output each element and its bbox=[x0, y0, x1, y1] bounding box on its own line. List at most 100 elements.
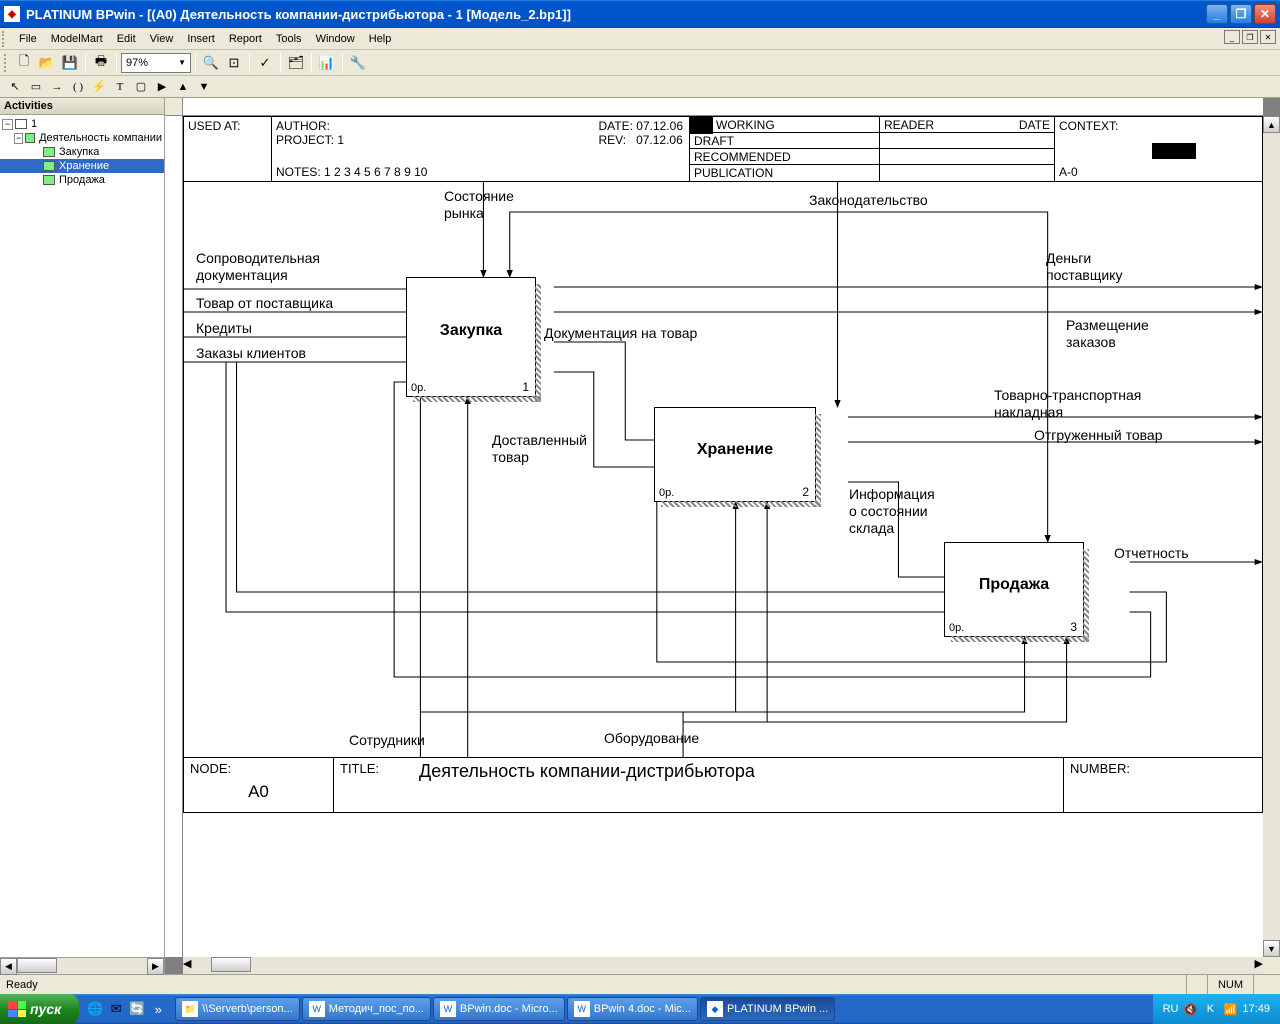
activity-explorer: Activities −1 −Деятельность компании Зак… bbox=[0, 98, 165, 974]
arrow-label: Отгруженный товар bbox=[1034, 427, 1162, 444]
task-button[interactable]: WМетодич_пос_по... bbox=[302, 997, 431, 1021]
activity-hranenie[interactable]: Хранение 0р. 2 bbox=[654, 407, 816, 502]
maximize-button[interactable]: ❐ bbox=[1230, 4, 1252, 24]
go-parent-button[interactable]: ▶ bbox=[152, 78, 172, 96]
tree-item-activity[interactable]: −Деятельность компании bbox=[0, 131, 164, 145]
task-button[interactable]: WBPwin.doc - Micro... bbox=[433, 997, 565, 1021]
tray-icon[interactable]: K bbox=[1202, 1001, 1218, 1017]
diagram-body[interactable]: Закупка 0р. 1 Хранение 0р. 2 Продажа 0р.… bbox=[183, 182, 1263, 757]
ql-chevron-icon[interactable]: » bbox=[148, 998, 168, 1020]
menu-insert[interactable]: Insert bbox=[180, 31, 222, 47]
activity-number: 3 bbox=[1070, 620, 1077, 634]
task-button-active[interactable]: ◆PLATINUM BPwin ... bbox=[700, 997, 835, 1021]
zoom-fit-button[interactable]: ⊡ bbox=[223, 52, 245, 74]
separator-icon bbox=[342, 53, 343, 73]
menu-view[interactable]: View bbox=[143, 31, 181, 47]
ql-icon[interactable]: ✉ bbox=[106, 998, 126, 1020]
taskbar: пуск 🌐 ✉ 🔄 » 📁\\Serverb\person... WМетод… bbox=[0, 994, 1280, 1024]
scroll-right-button[interactable]: ▶ bbox=[1255, 957, 1263, 974]
rev-label: REV: bbox=[598, 133, 626, 147]
task-button[interactable]: WBPwin 4.doc - Mic... bbox=[567, 997, 698, 1021]
menu-file[interactable]: File bbox=[12, 31, 44, 47]
save-button[interactable]: 💾 bbox=[59, 52, 81, 74]
menu-help[interactable]: Help bbox=[362, 31, 399, 47]
task-button[interactable]: 📁\\Serverb\person... bbox=[175, 997, 300, 1021]
tree-item-prodazha[interactable]: Продажа bbox=[0, 173, 164, 187]
menu-edit[interactable]: Edit bbox=[110, 31, 143, 47]
activity-cost: 0р. bbox=[949, 622, 964, 634]
ql-icon[interactable]: 🌐 bbox=[85, 998, 105, 1020]
shadow-icon bbox=[413, 396, 541, 402]
activity-tree[interactable]: −1 −Деятельность компании Закупка Хранен… bbox=[0, 115, 164, 957]
scroll-left-button[interactable]: ◀ bbox=[183, 957, 191, 974]
open-button[interactable]: 📂 bbox=[36, 52, 58, 74]
clock[interactable]: 17:49 bbox=[1242, 1003, 1270, 1015]
zoom-combo[interactable]: 97% ▼ bbox=[121, 53, 191, 73]
pointer-tool[interactable]: ↖ bbox=[5, 78, 25, 96]
language-indicator[interactable]: RU bbox=[1163, 1003, 1179, 1015]
activity-zakupka[interactable]: Закупка 0р. 1 bbox=[406, 277, 536, 397]
arrow-tool[interactable]: → bbox=[47, 78, 67, 96]
go-down-button[interactable]: ▼ bbox=[194, 78, 214, 96]
task-label: BPwin 4.doc - Mic... bbox=[594, 1003, 691, 1015]
close-button[interactable]: ✕ bbox=[1254, 4, 1276, 24]
zoom-value: 97% bbox=[126, 57, 148, 69]
tree-item-hranenie[interactable]: Хранение bbox=[0, 159, 164, 173]
scroll-thumb[interactable] bbox=[17, 958, 57, 973]
tree-item-root[interactable]: −1 bbox=[0, 117, 164, 131]
spellcheck-button[interactable]: ✓ bbox=[254, 52, 276, 74]
print-button[interactable]: 🖶 bbox=[90, 52, 112, 74]
menu-modelmart[interactable]: ModelMart bbox=[44, 31, 110, 47]
menu-window[interactable]: Window bbox=[309, 31, 362, 47]
model-explorer-button[interactable]: 🗂 bbox=[285, 52, 307, 74]
shadow-icon bbox=[951, 636, 1089, 642]
canvas-hscroll[interactable]: ◀ ▶ bbox=[183, 957, 1263, 974]
canvas-vscroll[interactable]: ▲ ▼ bbox=[1263, 116, 1280, 957]
go-up-button[interactable]: ▲ bbox=[173, 78, 193, 96]
arrow-label: Доставленный товар bbox=[492, 432, 587, 466]
report-button[interactable]: 📊 bbox=[316, 52, 338, 74]
scroll-right-button[interactable]: ▶ bbox=[147, 958, 164, 975]
start-button[interactable]: пуск bbox=[0, 994, 79, 1024]
mdi-restore-button[interactable]: ❐ bbox=[1242, 30, 1258, 44]
new-button[interactable]: 🗋 bbox=[13, 52, 35, 74]
scroll-track[interactable] bbox=[1263, 133, 1280, 940]
chevron-down-icon[interactable]: ▼ bbox=[178, 58, 186, 67]
squiggle-tool[interactable]: ( ) bbox=[68, 78, 88, 96]
diagram-page[interactable]: USED AT: AUTHOR: PROJECT: 1 NOTES: 1 2 3… bbox=[183, 116, 1263, 957]
mdi-minimize-button[interactable]: _ bbox=[1224, 30, 1240, 44]
menu-report[interactable]: Report bbox=[222, 31, 269, 47]
scroll-left-button[interactable]: ◀ bbox=[0, 958, 17, 975]
date-label: DATE: bbox=[598, 119, 632, 133]
mdi-close-button[interactable]: ✕ bbox=[1260, 30, 1276, 44]
properties-button[interactable]: 🔧 bbox=[347, 52, 369, 74]
text-tool[interactable]: T bbox=[110, 78, 130, 96]
tray-icon[interactable]: 🔇 bbox=[1182, 1001, 1198, 1017]
scroll-track[interactable] bbox=[17, 958, 147, 974]
status-recommended: RECOMMENDED bbox=[690, 149, 879, 165]
date-value: 07.12.06 bbox=[636, 119, 683, 133]
tunnel-tool[interactable]: ⚡ bbox=[89, 78, 109, 96]
node-value: A0 bbox=[190, 782, 327, 802]
minimize-button[interactable]: _ bbox=[1206, 4, 1228, 24]
scroll-down-button[interactable]: ▼ bbox=[1263, 940, 1280, 957]
scroll-up-button[interactable]: ▲ bbox=[1263, 116, 1280, 133]
zoom-in-button[interactable]: 🔍 bbox=[200, 52, 222, 74]
sidebar-hscroll[interactable]: ◀ ▶ bbox=[0, 957, 164, 974]
collapse-icon[interactable]: − bbox=[14, 133, 23, 144]
scroll-thumb[interactable] bbox=[211, 957, 251, 972]
collapse-icon[interactable]: − bbox=[2, 119, 13, 130]
arrow-label: Законодательство bbox=[809, 192, 928, 209]
sidebar-title: Activities bbox=[0, 98, 164, 115]
activity-prodazha[interactable]: Продажа 0р. 3 bbox=[944, 542, 1084, 637]
tree-item-zakupka[interactable]: Закупка bbox=[0, 145, 164, 159]
scroll-track[interactable] bbox=[191, 957, 1254, 974]
menubar: File ModelMart Edit View Insert Report T… bbox=[0, 28, 1280, 50]
mdi-controls: _ ❐ ✕ bbox=[1224, 30, 1276, 44]
task-label: BPwin.doc - Micro... bbox=[460, 1003, 558, 1015]
ql-icon[interactable]: 🔄 bbox=[127, 998, 147, 1020]
tray-icon[interactable]: 📶 bbox=[1222, 1001, 1238, 1017]
menu-tools[interactable]: Tools bbox=[269, 31, 309, 47]
activity-tool[interactable]: ▭ bbox=[26, 78, 46, 96]
diagram-tool[interactable]: ▢ bbox=[131, 78, 151, 96]
